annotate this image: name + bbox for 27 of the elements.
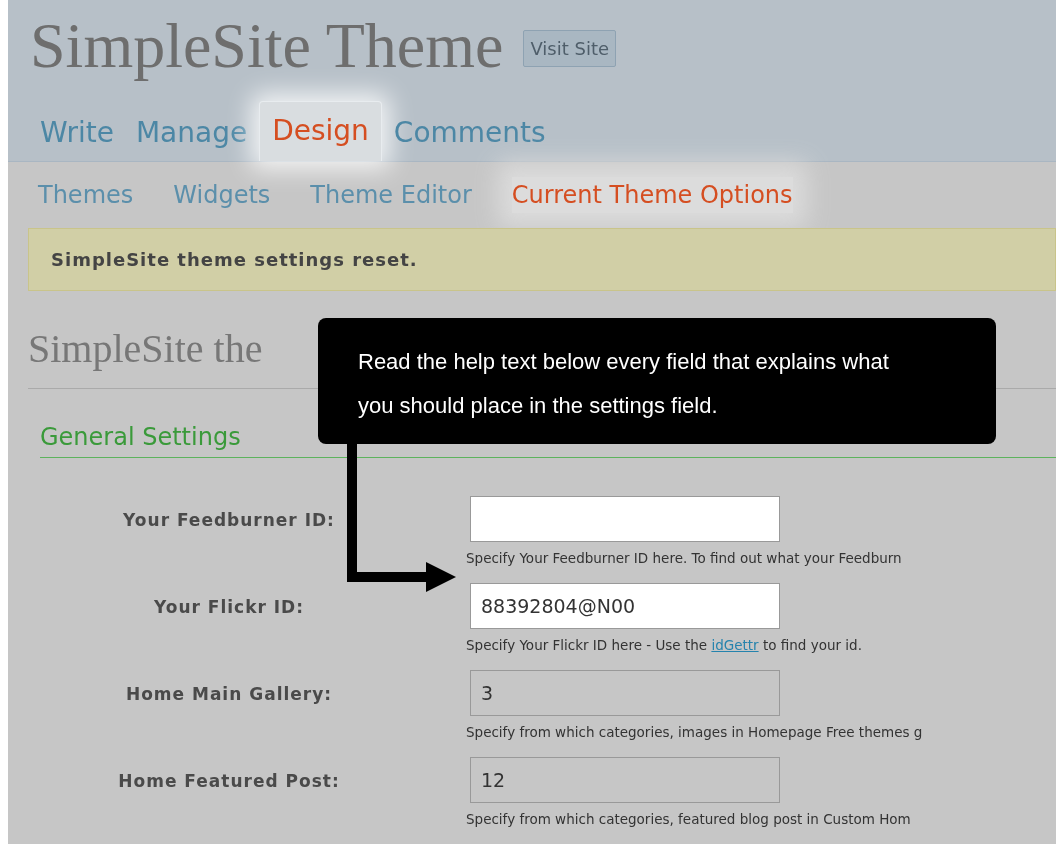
sub-nav-link[interactable]: Current Theme Options xyxy=(511,176,793,213)
nav-tab[interactable]: Manage xyxy=(125,104,258,161)
field-label: Your Flickr ID: xyxy=(154,596,304,619)
site-title: SimpleSite Theme xyxy=(30,9,504,83)
field-label: Your Feedburner ID: xyxy=(123,509,335,532)
help-text: Specify from which categories, featured blog post in Custom Hom xyxy=(466,810,911,829)
text-input[interactable]: 12 xyxy=(470,757,780,803)
page-heading: SimpleSite the xyxy=(28,326,263,371)
help-text: Specify from which categories, images in Homepage Free themes g xyxy=(466,723,923,742)
callout-text: Read the help text below every field that explains what you should place in the settings field. xyxy=(358,348,890,420)
help-link[interactable]: idGettr xyxy=(711,637,759,653)
notice-text: SimpleSite theme settings reset. xyxy=(51,248,418,273)
help-text: Specify Your Feedburner ID here. To find out what your Feedburn xyxy=(466,549,902,568)
sub-nav-link[interactable]: Themes xyxy=(38,176,134,213)
help-text: Specify Your Flickr ID here - Use the idGettr to find your id. xyxy=(466,636,862,655)
field-label: Home Featured Post: xyxy=(118,770,340,793)
section-heading: General Settings xyxy=(40,423,241,451)
sub-nav-link[interactable]: Theme Editor xyxy=(310,176,472,213)
sub-nav-link[interactable]: Widgets xyxy=(173,176,271,213)
nav-tab[interactable]: Design xyxy=(259,100,382,161)
visit-site-button[interactable]: Visit Site xyxy=(523,29,617,67)
field-label: Home Main Gallery: xyxy=(125,683,333,706)
text-input[interactable]: 88392804@N00 xyxy=(470,583,780,629)
text-input[interactable]: 3 xyxy=(470,670,780,716)
text-input[interactable] xyxy=(470,496,780,542)
nav-tab[interactable]: Comments xyxy=(383,104,556,161)
nav-tab[interactable]: Write xyxy=(30,104,124,161)
